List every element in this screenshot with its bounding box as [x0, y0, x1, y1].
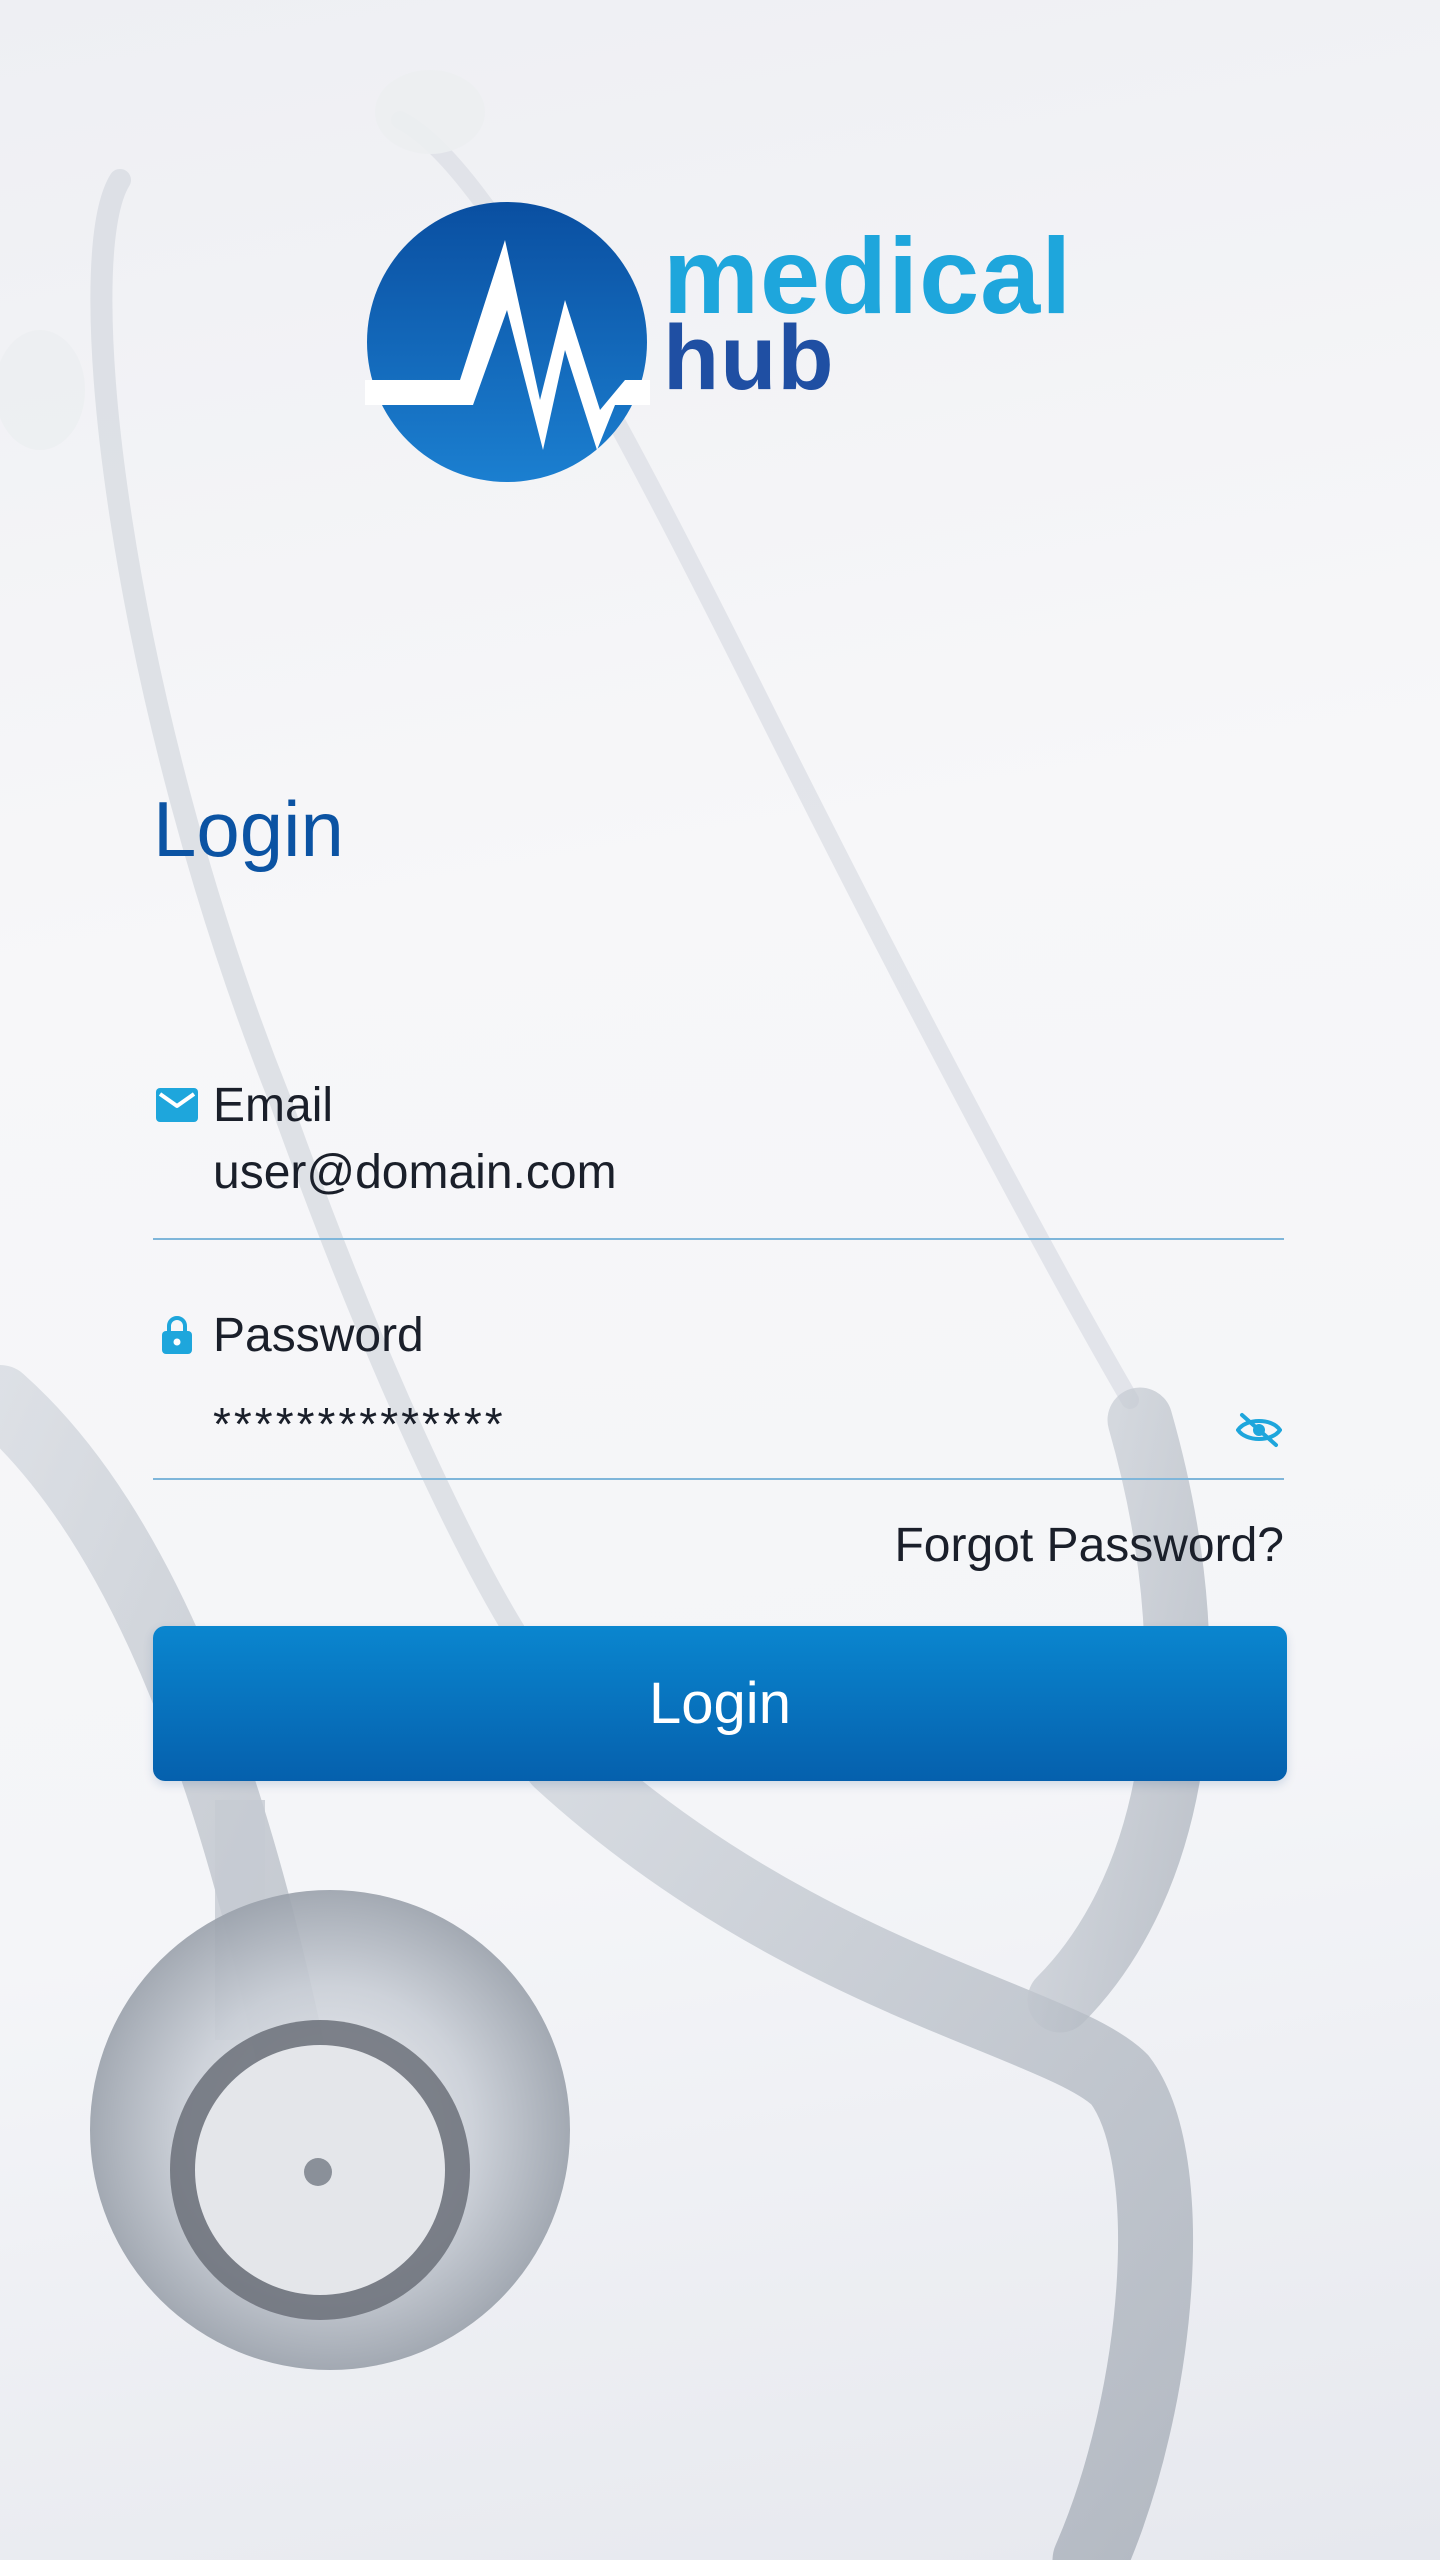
email-field: Email [153, 1075, 1284, 1240]
eye-off-icon[interactable] [1234, 1405, 1284, 1455]
logo-word-hub: hub [663, 307, 835, 409]
password-underline [153, 1478, 1284, 1480]
lock-icon [153, 1311, 201, 1359]
heartbeat-logo-icon [365, 202, 650, 482]
login-screen: medical hub Login Email user@domain.com … [0, 0, 1440, 2560]
password-label-row: Password [153, 1305, 424, 1365]
password-label: Password [213, 1308, 424, 1362]
email-input[interactable] [213, 1145, 1193, 1200]
email-label-row: Email [153, 1075, 333, 1135]
page-title: Login [153, 785, 344, 873]
medical-hub-logo: medical hub [365, 200, 1085, 485]
mail-icon [153, 1081, 201, 1129]
password-field: Password [153, 1305, 1284, 1480]
email-underline [153, 1238, 1284, 1240]
login-button[interactable]: Login [153, 1626, 1287, 1781]
password-input[interactable] [213, 1397, 1193, 1451]
email-label: Email [213, 1078, 334, 1132]
forgot-password-link[interactable]: Forgot Password? [894, 1518, 1284, 1573]
